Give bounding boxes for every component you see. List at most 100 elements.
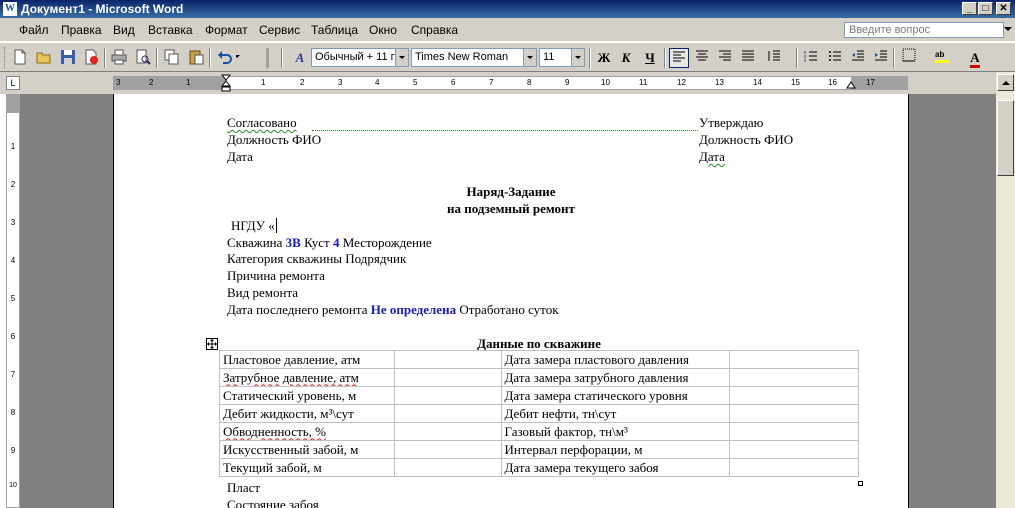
right-indent-marker-icon[interactable] [846, 81, 856, 89]
menu-window[interactable]: Окно [369, 23, 397, 37]
table-cell[interactable]: Дата замера пластового давления [500, 350, 731, 369]
style-dropdown[interactable]: Обычный + 11 г [311, 48, 409, 67]
word-app-icon[interactable]: W [3, 2, 17, 16]
ruler-number: 10 [9, 482, 17, 489]
scrollbar-thumb[interactable] [997, 100, 1014, 176]
menu-help[interactable]: Справка [411, 23, 458, 37]
toolbar-grip[interactable] [266, 48, 274, 68]
menu-tools[interactable]: Сервис [259, 23, 300, 37]
table-cell[interactable]: Обводненность, % [219, 422, 395, 441]
open-folder-icon[interactable] [36, 49, 52, 65]
table-cell[interactable]: Текущий забой, м [219, 458, 395, 477]
print-icon[interactable] [111, 49, 127, 65]
borders-button[interactable] [899, 48, 919, 68]
title-bar[interactable]: W Документ1 - Microsoft Word _ □ ✕ [0, 0, 1015, 18]
scroll-up-button[interactable] [997, 74, 1014, 91]
table-cell[interactable]: Дебит нефти, тн\сут [500, 404, 731, 423]
font-size-dropdown[interactable]: 11 [539, 48, 585, 67]
tab-selector[interactable]: L [6, 76, 20, 90]
save-icon[interactable] [60, 49, 76, 65]
horizontal-ruler[interactable]: 3 2 1 1 2 3 4 5 6 7 8 9 10 11 12 13 14 1… [113, 74, 908, 92]
ruler-number: 3 [338, 78, 343, 87]
table-cell[interactable] [729, 368, 859, 387]
copy-icon[interactable] [164, 49, 180, 65]
document-area[interactable]: Согласовано Должность ФИО Дата Утверждаю… [20, 94, 996, 508]
table-cell[interactable] [729, 386, 859, 405]
table-resize-handle[interactable] [858, 481, 863, 486]
minimize-button[interactable]: _ [962, 2, 977, 15]
toolbar-grip[interactable] [4, 47, 7, 69]
font-color-button[interactable]: A [965, 48, 985, 68]
table-cell[interactable] [729, 422, 859, 441]
align-center-button[interactable] [692, 48, 712, 68]
print-preview-icon[interactable] [135, 49, 151, 65]
menu-insert[interactable]: Вставка [148, 23, 193, 37]
indent-marker-icon[interactable] [221, 74, 231, 92]
approval-right-3: Дата [699, 149, 725, 164]
numbering-button[interactable] [801, 48, 821, 68]
table-cell[interactable] [729, 350, 859, 369]
table-cell[interactable] [393, 368, 502, 387]
undo-dropdown[interactable] [236, 48, 244, 67]
vertical-scrollbar[interactable] [996, 72, 1015, 508]
menu-view[interactable]: Вид [113, 23, 135, 37]
menu-format[interactable]: Формат [205, 23, 248, 37]
vertical-ruler[interactable]: 1 2 3 4 5 6 7 8 9 10 [6, 94, 20, 508]
menu-table[interactable]: Таблица [311, 23, 358, 37]
table-cell[interactable]: Дебит жидкости, м³\сут [219, 404, 395, 423]
table-cell[interactable]: Искусственный забой, м [219, 440, 395, 459]
underline-button[interactable]: Ч [640, 48, 660, 68]
table-cell[interactable] [393, 404, 502, 423]
decrease-indent-icon [852, 50, 864, 61]
italic-button[interactable]: К [616, 48, 636, 68]
highlight-button[interactable]: ab [932, 48, 952, 68]
table-cell[interactable] [393, 458, 502, 477]
table-cell[interactable] [393, 440, 502, 459]
align-left-button[interactable] [669, 48, 689, 68]
table-cell[interactable] [393, 386, 502, 405]
table-cell[interactable]: Статический уровень, м [219, 386, 395, 405]
menu-edit[interactable]: Правка [61, 23, 102, 37]
new-document-icon[interactable] [12, 49, 28, 65]
toolbar-separator [893, 48, 895, 68]
well-data-table[interactable]: Пластовое давление, атм Дата замера пласт… [219, 350, 859, 477]
table-cell[interactable]: Газовый фактор, тн\м³ [500, 422, 731, 441]
ask-question-input[interactable]: Введите вопрос [844, 22, 1004, 38]
menu-file[interactable]: Файл [19, 23, 49, 37]
table-cell[interactable]: Дата замера статического уровня [500, 386, 731, 405]
table-cell[interactable] [729, 404, 859, 423]
ruler-number: 2 [300, 78, 305, 87]
table-cell[interactable]: Дата замера текущего забоя [500, 458, 731, 477]
close-button[interactable]: ✕ [996, 2, 1011, 15]
table-cell[interactable]: Затрубное давление, атм [219, 368, 395, 387]
styles-icon[interactable]: A [290, 48, 310, 68]
font-dropdown[interactable]: Times New Roman [411, 48, 537, 67]
document-page[interactable]: Согласовано Должность ФИО Дата Утверждаю… [113, 94, 909, 508]
table-cell[interactable]: Дата замера затрубного давления [500, 368, 731, 387]
increase-indent-button[interactable] [871, 48, 891, 68]
justify-button[interactable] [738, 48, 758, 68]
bold-button[interactable]: Ж [594, 48, 614, 68]
table-cell[interactable] [393, 350, 502, 369]
undo-icon[interactable] [217, 49, 233, 65]
ruler-number: 1 [186, 78, 191, 87]
maximize-button[interactable]: □ [978, 2, 993, 15]
justify-icon [742, 50, 754, 61]
ruler-number: 15 [791, 78, 800, 87]
bullets-button[interactable] [825, 48, 845, 68]
ruler-number: 13 [715, 78, 724, 87]
line-spacing-button[interactable] [764, 48, 784, 68]
paste-icon[interactable] [188, 49, 204, 65]
permission-icon[interactable] [83, 49, 99, 65]
table-cell[interactable] [729, 458, 859, 477]
table-cell[interactable]: Пластовое давление, атм [219, 350, 395, 369]
toolbar-separator [664, 48, 666, 68]
align-right-button[interactable] [715, 48, 735, 68]
table-cell[interactable] [393, 422, 502, 441]
chevron-down-icon[interactable] [1004, 27, 1012, 31]
ruler-margin-right [851, 77, 907, 89]
decrease-indent-button[interactable] [848, 48, 868, 68]
table-cell[interactable] [729, 440, 859, 459]
align-center-icon [696, 50, 708, 61]
table-cell[interactable]: Интервал перфорации, м [500, 440, 731, 459]
